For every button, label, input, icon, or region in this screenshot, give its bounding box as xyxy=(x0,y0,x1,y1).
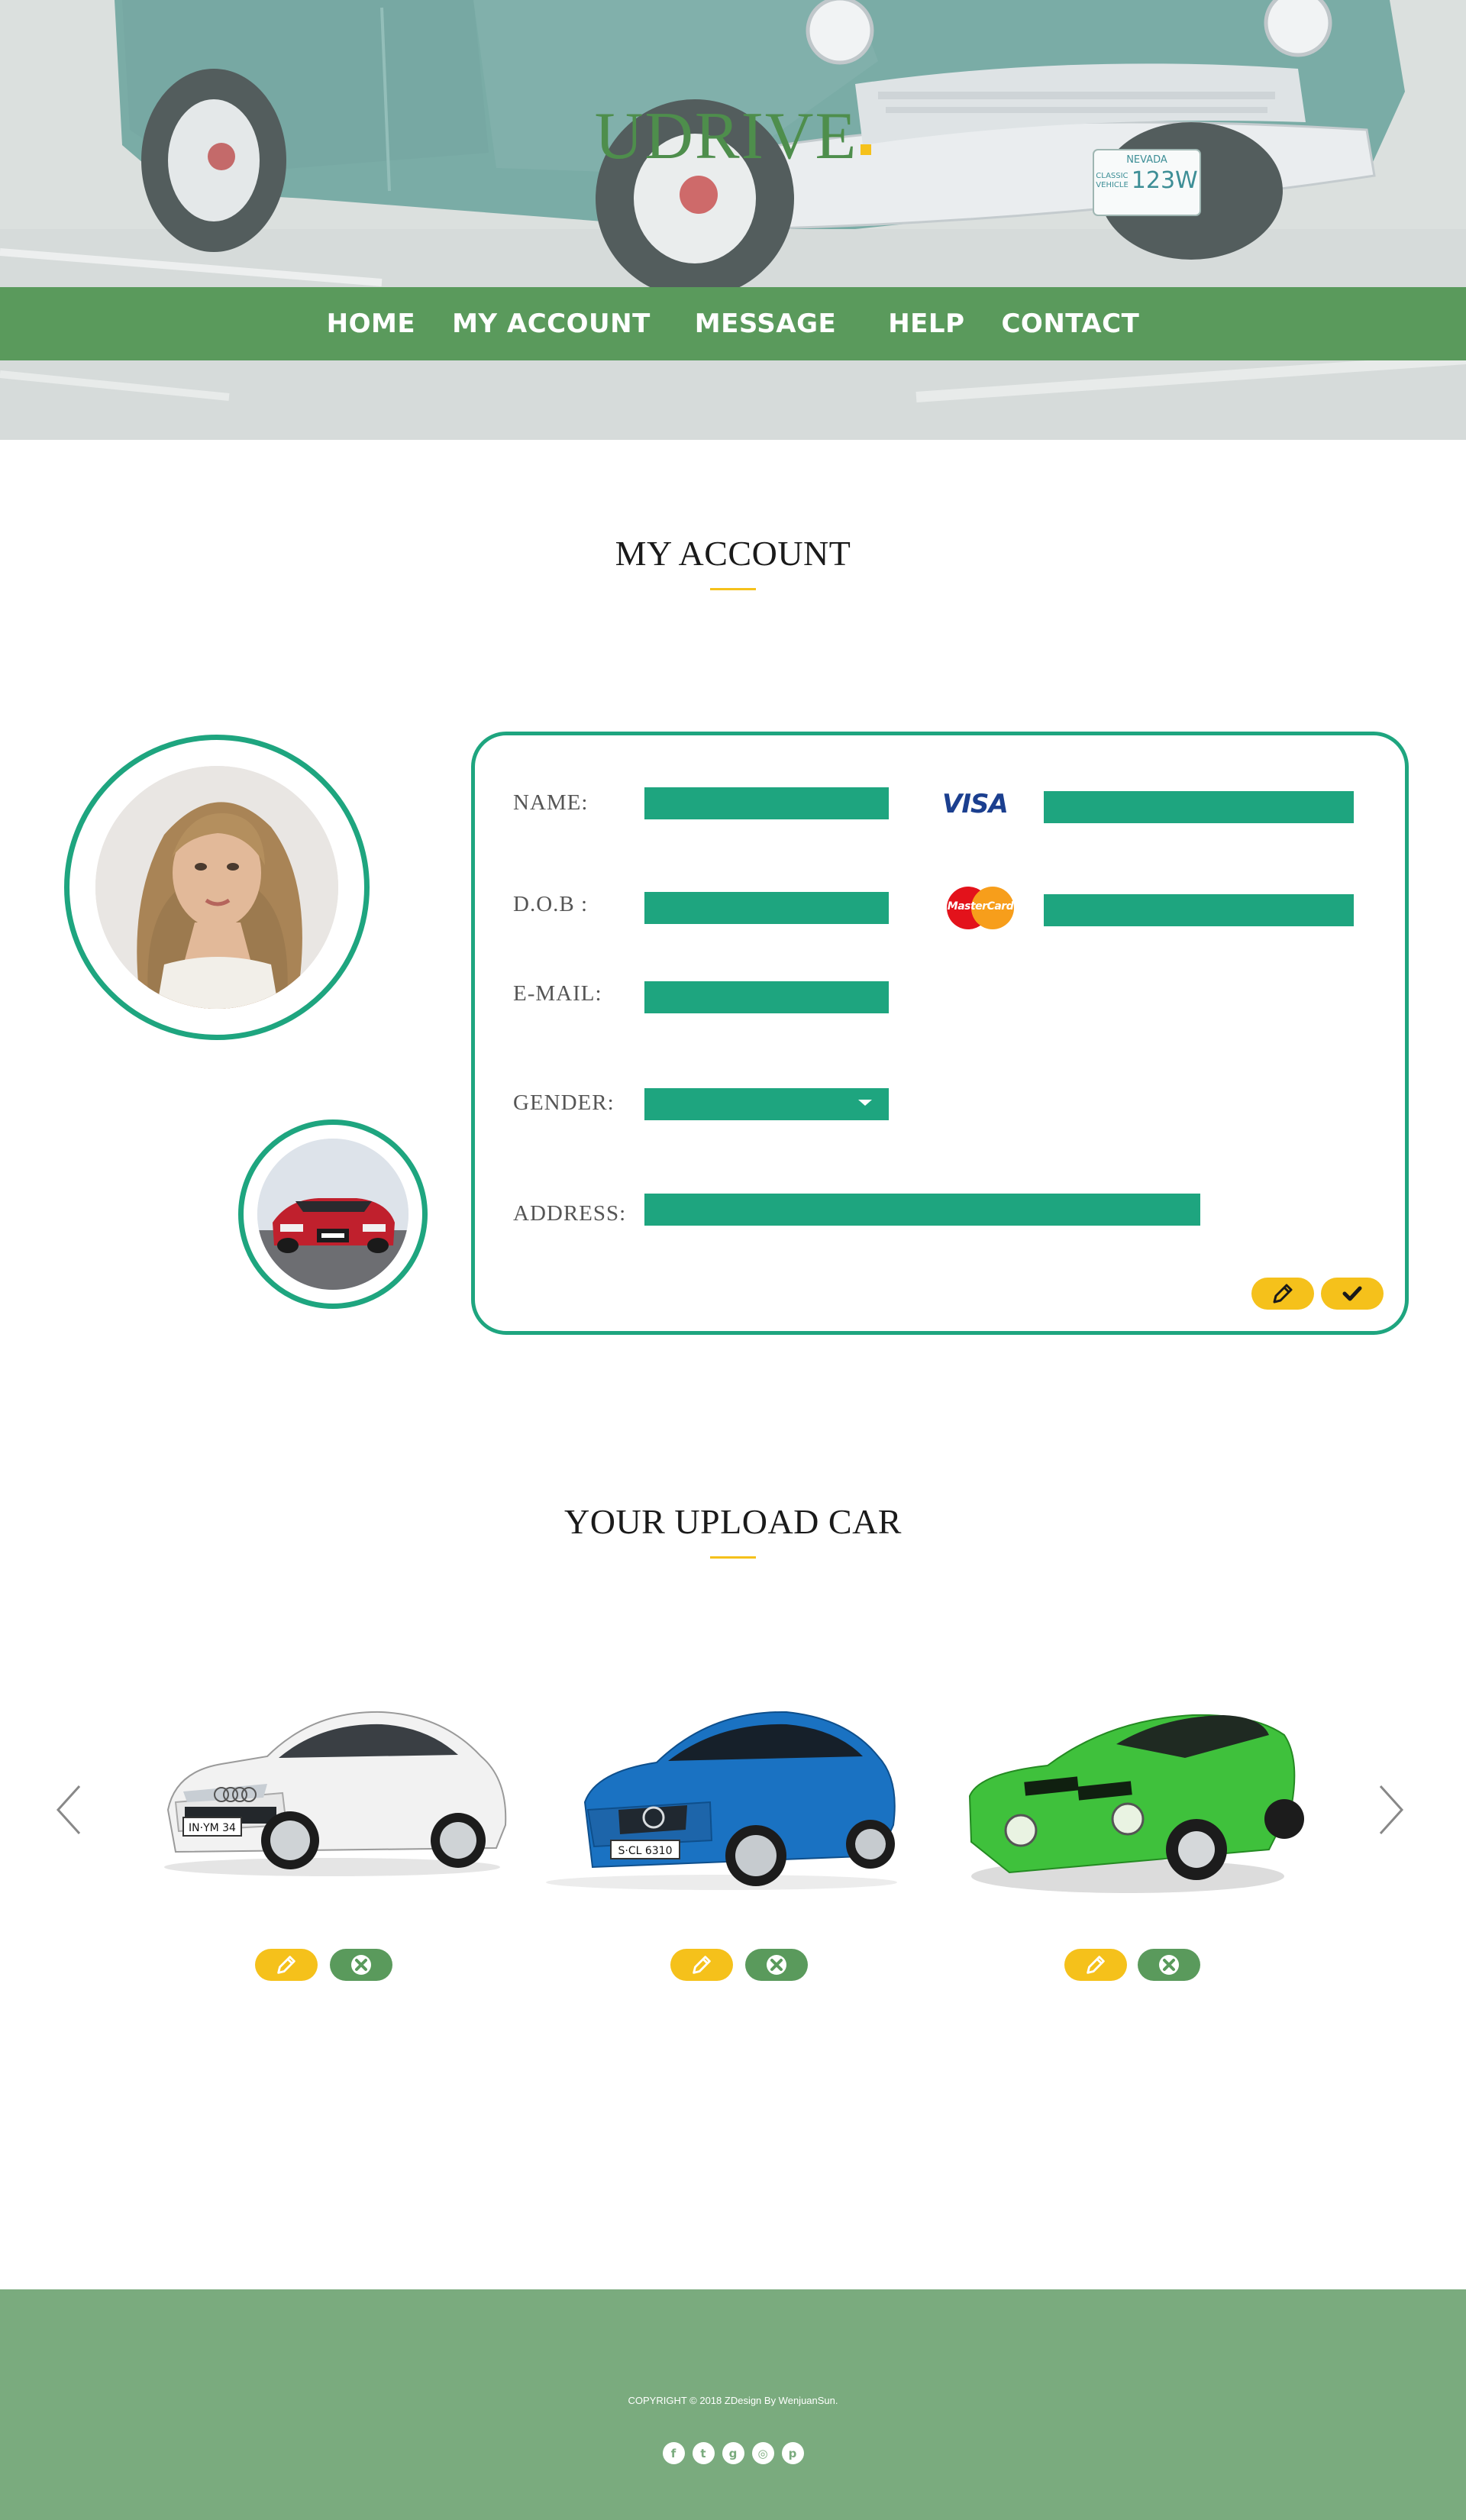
woman-portrait-image xyxy=(95,766,338,1009)
nav-message[interactable]: MESSAGE xyxy=(676,309,854,339)
pinterest-icon[interactable]: p xyxy=(781,2442,804,2464)
mastercard-input[interactable] xyxy=(1044,894,1354,926)
edit-car-2-button[interactable] xyxy=(670,1949,733,1981)
close-icon xyxy=(351,1955,371,1975)
nav-my-account[interactable]: MY ACCOUNT xyxy=(434,309,669,339)
facebook-icon[interactable]: f xyxy=(662,2442,685,2464)
red-convertible-image xyxy=(257,1139,408,1290)
address-input[interactable] xyxy=(644,1194,1200,1226)
twitter-icon[interactable]: t xyxy=(692,2442,715,2464)
plate-text: IN·YM 34 xyxy=(189,1822,236,1834)
blue-sedan-image: S·CL 6310 xyxy=(546,1711,897,1890)
close-icon xyxy=(767,1955,786,1975)
nav-help[interactable]: HELP xyxy=(870,309,983,339)
uploads-title-rule xyxy=(710,1556,756,1559)
delete-car-1-button[interactable] xyxy=(330,1949,392,1981)
visa-card-input[interactable] xyxy=(1044,791,1354,823)
pencil-icon xyxy=(1087,1956,1105,1974)
hero-banner: NEVADA CLASSIC VEHICLE 123W UDRIVE HOME … xyxy=(0,0,1466,440)
check-icon xyxy=(1342,1286,1362,1301)
logo-text: UDRIVE xyxy=(594,99,858,173)
page: NEVADA CLASSIC VEHICLE 123W UDRIVE HOME … xyxy=(0,0,1466,2520)
gender-select[interactable] xyxy=(644,1088,889,1120)
main-nav: HOME MY ACCOUNT MESSAGE HELP CONTACT xyxy=(0,287,1466,360)
pencil-icon xyxy=(1273,1284,1293,1304)
pencil-icon xyxy=(693,1956,711,1974)
chevron-down-icon xyxy=(858,1100,872,1106)
name-input[interactable] xyxy=(644,787,889,819)
account-form-card: NAME: VISA D.O.B : MasterCard E-MAIL: GE… xyxy=(471,732,1409,1335)
visa-logo: VISA xyxy=(942,789,1009,819)
delete-car-2-button[interactable] xyxy=(745,1949,808,1981)
instagram-icon[interactable]: ◎ xyxy=(751,2442,774,2464)
uploads-title: YOUR UPLOAD CAR xyxy=(564,1502,902,1541)
dob-label: D.O.B : xyxy=(513,892,589,916)
gender-label: GENDER: xyxy=(513,1090,615,1115)
edit-car-1-button[interactable] xyxy=(255,1949,318,1981)
copyright-text: COPYRIGHT © 2018 ZDesign By WenjuanSun. xyxy=(628,2395,838,2406)
email-label: E-MAIL: xyxy=(513,981,602,1006)
nav-contact[interactable]: CONTACT xyxy=(983,309,1158,339)
edit-profile-button[interactable] xyxy=(1251,1278,1314,1310)
green-sportscar-image xyxy=(968,1714,1304,1893)
save-profile-button[interactable] xyxy=(1321,1278,1384,1310)
white-coupe-image: IN·YM 34 xyxy=(164,1711,507,1876)
edit-car-3-button[interactable] xyxy=(1064,1949,1127,1981)
mastercard-logo: MasterCard xyxy=(944,885,1017,931)
upload-car-blue-sedan[interactable]: S·CL 6310 xyxy=(534,1695,909,1894)
name-label: NAME: xyxy=(513,790,589,815)
hero-overlay xyxy=(0,0,1466,440)
upload-car-white-coupe[interactable]: IN·YM 34 xyxy=(153,1695,512,1879)
footer: COPYRIGHT © 2018 ZDesign By WenjuanSun. … xyxy=(0,2289,1466,2520)
plate-line2: VEHICLE xyxy=(1096,180,1129,189)
profile-avatar[interactable] xyxy=(64,735,370,1040)
account-title: MY ACCOUNT xyxy=(615,534,851,573)
car-avatar[interactable] xyxy=(238,1119,428,1309)
car-avatar-photo xyxy=(257,1139,408,1290)
plate-text: S·CL 6310 xyxy=(618,1845,673,1857)
nav-home[interactable]: HOME xyxy=(308,309,434,339)
account-title-rule xyxy=(710,588,756,590)
pencil-icon xyxy=(277,1956,295,1974)
logo-dot xyxy=(861,144,872,155)
social-links: f t g ◎ p xyxy=(0,2442,1466,2464)
dob-input[interactable] xyxy=(644,892,889,924)
address-label: ADDRESS: xyxy=(513,1201,627,1226)
avatar-photo xyxy=(95,766,338,1009)
email-input[interactable] xyxy=(644,981,889,1013)
delete-car-3-button[interactable] xyxy=(1138,1949,1200,1981)
carousel-prev-arrow[interactable] xyxy=(53,1783,84,1837)
carousel-next-arrow[interactable] xyxy=(1376,1783,1406,1837)
close-icon xyxy=(1159,1955,1179,1975)
upload-car-green-sportscar[interactable] xyxy=(964,1704,1307,1903)
googleplus-icon[interactable]: g xyxy=(722,2442,744,2464)
site-logo[interactable]: UDRIVE xyxy=(0,98,1466,175)
